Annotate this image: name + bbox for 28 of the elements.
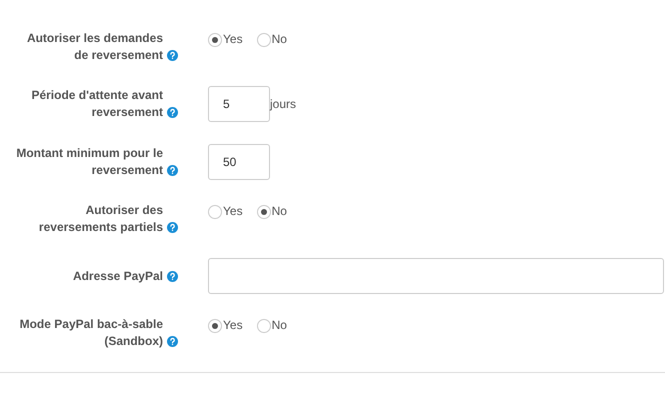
radio-button[interactable]	[208, 318, 222, 332]
help-icon[interactable]	[167, 222, 178, 233]
radio-button[interactable]	[256, 318, 271, 332]
radio-label[interactable]: No	[272, 317, 287, 334]
help-icon[interactable]	[167, 336, 178, 347]
help-icon[interactable]	[167, 50, 178, 61]
radio-label[interactable]: Yes	[223, 317, 243, 334]
field-label: Autoriser les demandes de reversement	[26, 30, 163, 64]
radio-button[interactable]	[208, 32, 222, 46]
field-label: Montant minimum pour le reversement	[15, 145, 163, 179]
radio-label[interactable]: No	[272, 203, 287, 220]
field-label: Mode PayPal bac-à-sable (Sandbox)	[18, 316, 163, 350]
radio-button[interactable]	[208, 204, 222, 218]
radio-label[interactable]: No	[272, 31, 287, 48]
radio-label[interactable]: Yes	[223, 31, 243, 48]
field-label: Autoriser des reversements partiels	[38, 202, 163, 236]
unit-label: jours	[270, 96, 296, 113]
radio-button[interactable]	[256, 204, 271, 218]
help-icon[interactable]	[167, 107, 178, 118]
radio-label[interactable]: Yes	[223, 203, 243, 220]
radio-button[interactable]	[256, 32, 271, 46]
paypal-address-field[interactable]	[208, 258, 664, 294]
number-field[interactable]: 50	[208, 144, 270, 180]
help-icon[interactable]	[167, 165, 178, 176]
field-label: Période d'attente avant reversement	[30, 87, 163, 121]
field-label: Adresse PayPal	[72, 268, 163, 284]
number-field[interactable]: 5	[208, 86, 270, 122]
help-icon[interactable]	[167, 270, 178, 282]
